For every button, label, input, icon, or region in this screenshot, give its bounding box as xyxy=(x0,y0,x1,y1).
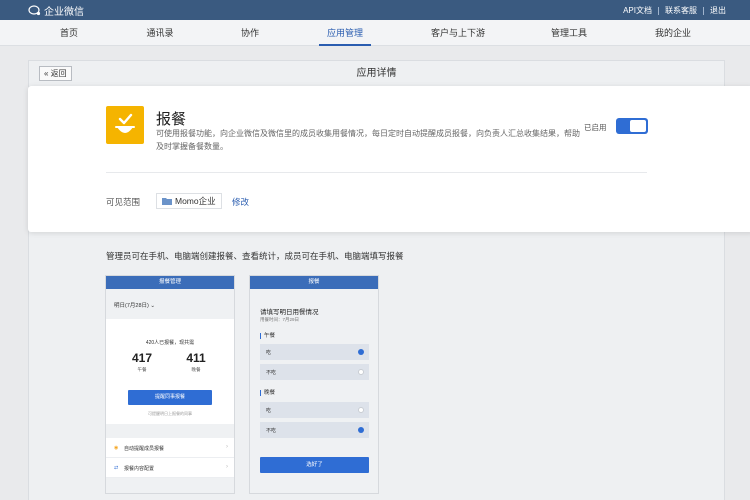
radio-checked-icon xyxy=(358,349,364,355)
enabled-label: 已启用 xyxy=(584,123,607,132)
tab-collaboration[interactable]: 协作 xyxy=(241,20,259,46)
panel-header: « 返回 应用详情 xyxy=(29,61,724,87)
dinner-option-eat: 吃 xyxy=(260,402,369,418)
remind-button: 提醒同事报餐 xyxy=(128,390,212,405)
remind-hint: 可提醒明日上报餐的同事 xyxy=(148,411,192,416)
lunch-section-label: 午餐 xyxy=(260,333,275,339)
tab-contacts[interactable]: 通讯录 xyxy=(146,20,173,46)
meal-summary-card: 420人已报餐，现共需 417 午餐 411 晚餐 提醒同事报餐 可提醒明日上报… xyxy=(106,319,234,424)
feature-description: 管理员可在手机、电脑端创建报餐、查看统计，成员可在手机、电脑端填写报餐 xyxy=(106,251,404,261)
lunch-option-skip: 不吃 xyxy=(260,364,369,380)
folder-icon xyxy=(162,198,172,205)
main-nav: 首页 通讯录 协作 应用管理 客户与上下游 管理工具 我的企业 xyxy=(0,20,750,46)
option-label: 吃 xyxy=(266,408,272,414)
phone-header: 报餐 xyxy=(250,276,378,289)
admin-phone-preview: 报餐管理 明日(7月28日) ⌄ 420人已报餐，现共需 417 午餐 411 … xyxy=(105,275,235,494)
radio-unchecked-icon xyxy=(358,369,364,375)
tab-app-management[interactable]: 应用管理 xyxy=(318,20,372,46)
dinner-label: 晚餐 xyxy=(191,367,201,372)
logo-text: 企业微信 xyxy=(44,7,84,18)
api-docs-link[interactable]: API文档 xyxy=(623,5,652,16)
radio-unchecked-icon xyxy=(358,407,364,413)
option-label: 吃 xyxy=(266,350,272,356)
list-item: ⇄ 报餐内容配置 › xyxy=(106,458,234,478)
option-label: 不吃 xyxy=(266,428,277,434)
lunch-count: 417 xyxy=(131,351,153,365)
phone-header: 报餐管理 xyxy=(106,276,234,289)
tab-home[interactable]: 首页 xyxy=(60,20,78,46)
app-name: 报餐 xyxy=(156,111,187,128)
list-item: ◉ 自动提醒成员报餐 › xyxy=(106,438,234,458)
tab-customers[interactable]: 客户与上下游 xyxy=(431,20,485,46)
modify-scope-link[interactable]: 修改 xyxy=(232,196,249,208)
chevron-right-icon: › xyxy=(226,464,228,470)
list-item-label: 报餐内容配置 xyxy=(124,466,155,472)
meal-bowl-icon xyxy=(106,106,144,144)
form-title: 请填写明日用餐情况 xyxy=(260,309,319,316)
radio-checked-icon xyxy=(358,427,364,433)
logout-link[interactable]: 退出 xyxy=(710,5,726,16)
divider xyxy=(703,6,704,15)
page-title: 应用详情 xyxy=(356,68,397,79)
option-label: 不吃 xyxy=(266,370,277,376)
divider xyxy=(106,172,647,173)
top-bar: 企业微信 API文档 联系客服 退出 xyxy=(0,0,750,20)
submit-button: 选好了 xyxy=(260,457,369,473)
scope-value: Momo企业 xyxy=(175,196,216,206)
divider xyxy=(658,6,659,15)
summary-text: 420人已报餐，现共需 xyxy=(145,340,195,346)
date-selector: 明日(7月28日) ⌄ xyxy=(114,303,155,309)
dinner-count: 411 xyxy=(186,351,206,365)
form-subtitle: 用餐时间：7月29日 xyxy=(260,317,300,322)
contact-support-link[interactable]: 联系客服 xyxy=(665,5,697,16)
lunch-option-eat: 吃 xyxy=(260,344,369,360)
swap-icon: ⇄ xyxy=(114,465,119,471)
lunch-label: 午餐 xyxy=(137,367,147,372)
bell-icon: ◉ xyxy=(114,445,119,451)
member-phone-preview: 报餐 请填写明日用餐情况 用餐时间：7月29日 午餐 吃 不吃 晚餐 吃 不吃 … xyxy=(249,275,379,494)
tab-admin-tools[interactable]: 管理工具 xyxy=(551,20,587,46)
dinner-section-label: 晚餐 xyxy=(260,390,275,396)
admin-options-list: ◉ 自动提醒成员报餐 › ⇄ 报餐内容配置 › xyxy=(106,438,234,478)
top-links: API文档 联系客服 退出 xyxy=(623,5,726,16)
list-item-label: 自动提醒成员报餐 xyxy=(124,446,165,452)
chevron-right-icon: › xyxy=(226,444,228,450)
tab-my-enterprise[interactable]: 我的企业 xyxy=(655,20,691,46)
visible-scope-tag: Momo企业 xyxy=(156,193,222,209)
dinner-option-skip: 不吃 xyxy=(260,422,369,438)
enable-toggle[interactable] xyxy=(616,118,648,134)
visible-scope-label: 可见范围 xyxy=(106,197,141,207)
toggle-knob xyxy=(630,120,646,132)
app-info-card: 报餐 可使用报餐功能，向企业微信及微信里的成员收集用餐情况，每日定时自动提醒成员… xyxy=(28,86,750,232)
wecom-logo-icon xyxy=(28,5,41,16)
app-description: 可使用报餐功能，向企业微信及微信里的成员收集用餐情况，每日定时自动提醒成员报餐，… xyxy=(156,129,580,151)
logo[interactable]: 企业微信 xyxy=(28,3,84,18)
